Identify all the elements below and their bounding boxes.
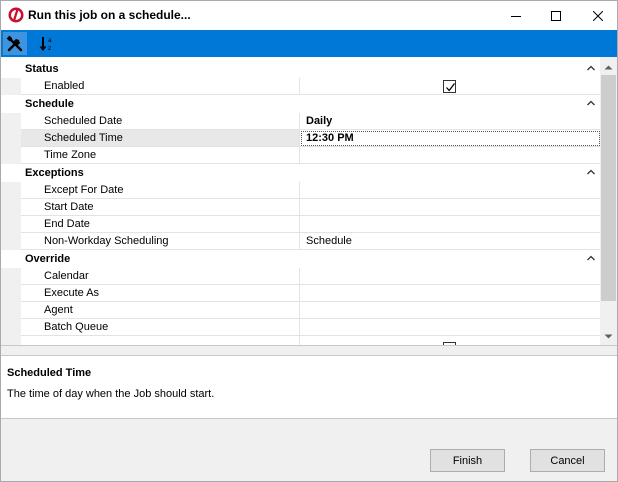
app-logo-icon	[8, 7, 24, 23]
property-row-non-workday-scheduling[interactable]: Non-Workday Scheduling Schedule	[1, 233, 601, 250]
category-label: Status	[25, 63, 59, 75]
property-value[interactable]	[300, 147, 601, 164]
property-value[interactable]	[300, 319, 601, 336]
property-name: Scheduled Date	[21, 113, 300, 130]
property-value[interactable]: 12:30 PM	[300, 130, 601, 147]
category-exceptions[interactable]: Exceptions	[1, 164, 601, 182]
svg-text:a: a	[48, 37, 52, 44]
property-value[interactable]	[300, 285, 601, 302]
property-name: Enabled	[21, 78, 300, 95]
categorized-view-button[interactable]	[3, 32, 27, 55]
property-name: End Date	[21, 216, 300, 233]
property-name: Scheduled Time	[21, 130, 300, 147]
property-name: Execute As	[21, 285, 300, 302]
maximize-icon	[551, 10, 561, 21]
vertical-scrollbar[interactable]	[600, 57, 617, 345]
description-panel: Scheduled Time The time of day when the …	[1, 355, 617, 419]
category-label: Schedule	[25, 98, 74, 110]
checkmark-icon	[446, 83, 456, 92]
property-name: Batch Queue	[21, 319, 300, 336]
property-row-time-zone[interactable]: Time Zone	[1, 147, 601, 164]
property-grid: Status Enabled Schedule Scheduled Date D…	[1, 57, 617, 346]
title-bar: Run this job on a schedule...	[1, 1, 617, 30]
window-title: Run this job on a schedule...	[28, 8, 191, 22]
property-value[interactable]: Daily	[300, 113, 601, 130]
dialog-window: Run this job on a schedule... a z Status…	[0, 0, 618, 482]
property-row-scheduled-time[interactable]: Scheduled Time 12:30 PM	[1, 130, 601, 147]
property-row-partial[interactable]	[1, 336, 601, 345]
property-value[interactable]	[300, 199, 601, 216]
collapse-icon	[587, 65, 595, 71]
property-name: Time Zone	[21, 147, 300, 164]
property-value[interactable]	[300, 336, 601, 345]
tools-icon	[6, 35, 23, 51]
property-row-start-date[interactable]: Start Date	[1, 199, 601, 216]
collapse-icon	[587, 100, 595, 106]
partial-checkbox[interactable]	[443, 342, 456, 345]
description-title: Scheduled Time	[7, 367, 92, 379]
category-status[interactable]: Status	[1, 60, 601, 78]
property-name	[21, 336, 300, 345]
description-text: The time of day when the Job should star…	[7, 388, 215, 400]
maximize-button[interactable]	[535, 1, 577, 30]
minimize-button[interactable]	[495, 1, 537, 30]
collapse-icon	[587, 169, 595, 175]
property-name: Start Date	[21, 199, 300, 216]
property-name: Agent	[21, 302, 300, 319]
svg-text:z: z	[48, 45, 51, 52]
sort-az-icon: a z	[39, 36, 52, 52]
alphabetical-sort-button[interactable]: a z	[35, 32, 59, 55]
property-value[interactable]	[300, 216, 601, 233]
property-value[interactable]: Schedule	[300, 233, 601, 250]
scrollbar-thumb[interactable]	[601, 75, 616, 301]
property-row-agent[interactable]: Agent	[1, 302, 601, 319]
close-button[interactable]	[577, 1, 618, 30]
property-row-calendar[interactable]: Calendar	[1, 268, 601, 285]
property-row-scheduled-date[interactable]: Scheduled Date Daily	[1, 113, 601, 130]
property-row-except-for-date[interactable]: Except For Date	[1, 182, 601, 199]
property-row-enabled[interactable]: Enabled	[1, 78, 601, 95]
collapse-icon	[587, 255, 595, 261]
close-icon	[593, 10, 603, 21]
enabled-checkbox[interactable]	[443, 80, 456, 93]
property-value[interactable]	[300, 268, 601, 285]
property-value[interactable]	[300, 302, 601, 319]
scroll-up-icon	[604, 65, 613, 70]
category-label: Exceptions	[25, 167, 84, 179]
scroll-down-icon	[604, 334, 613, 339]
minimize-icon	[511, 15, 521, 17]
finish-button[interactable]: Finish	[430, 449, 505, 472]
property-name: Non-Workday Scheduling	[21, 233, 300, 250]
category-label: Override	[25, 253, 71, 265]
category-schedule[interactable]: Schedule	[1, 95, 601, 113]
property-row-end-date[interactable]: End Date	[1, 216, 601, 233]
property-value[interactable]	[300, 182, 601, 199]
property-name: Except For Date	[21, 182, 300, 199]
category-override[interactable]: Override	[1, 250, 601, 268]
property-name: Calendar	[21, 268, 300, 285]
property-row-batch-queue[interactable]: Batch Queue	[1, 319, 601, 336]
cancel-button[interactable]: Cancel	[530, 449, 605, 472]
property-row-execute-as[interactable]: Execute As	[1, 285, 601, 302]
property-value[interactable]	[300, 78, 601, 95]
toolbar: a z	[1, 30, 617, 57]
